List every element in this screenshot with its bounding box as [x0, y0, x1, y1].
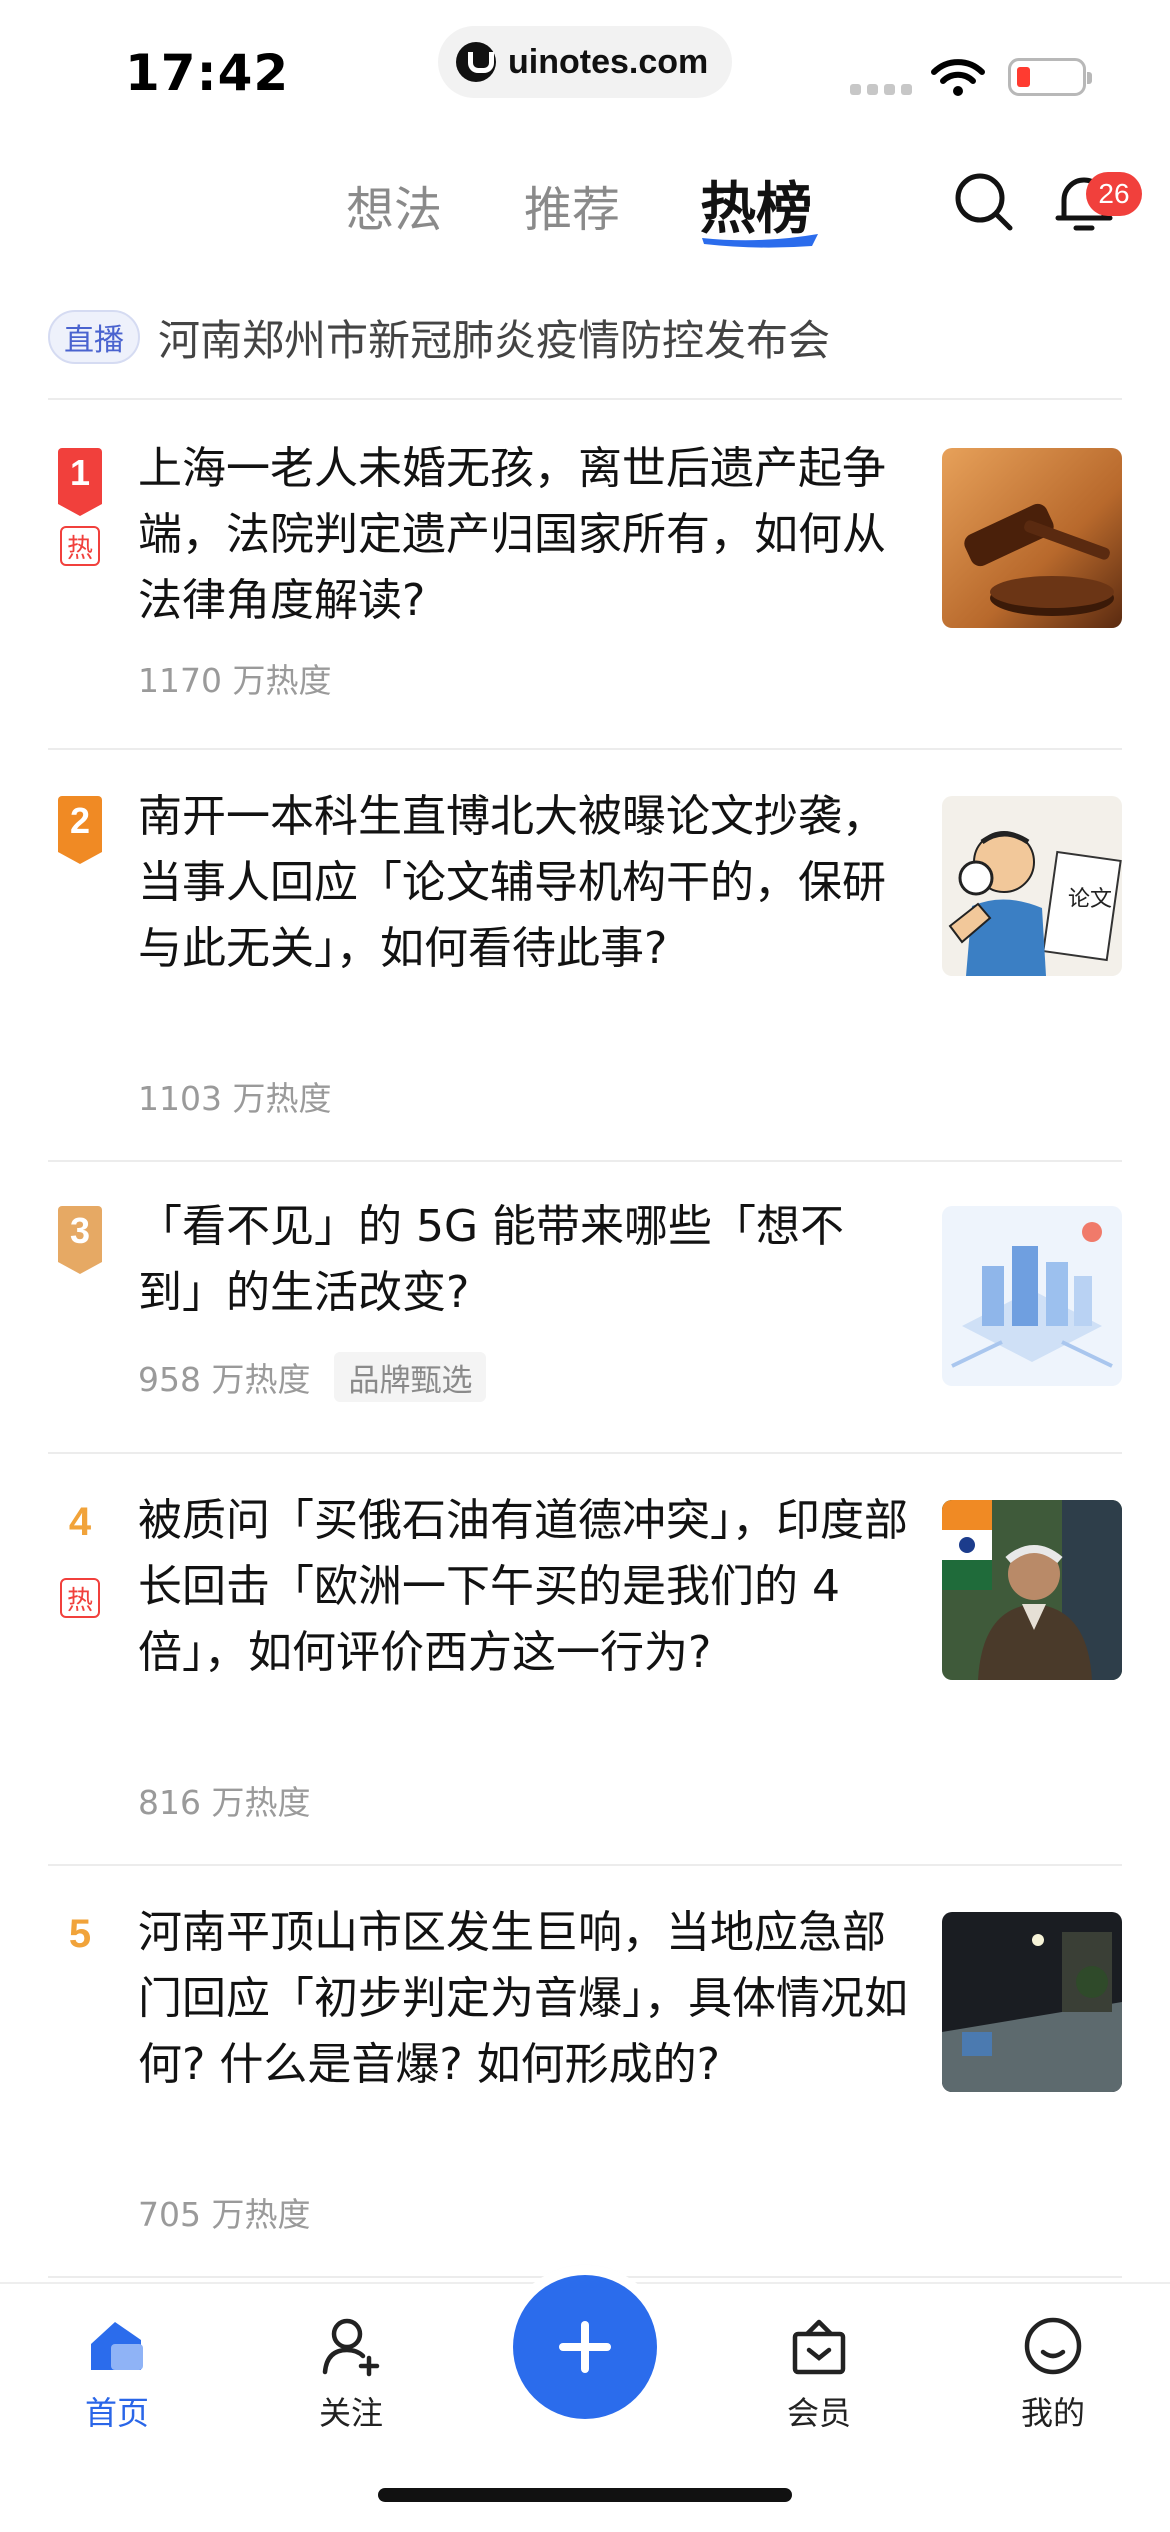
- rank-number: 5: [68, 1912, 92, 1956]
- hot-badge: 热: [60, 526, 100, 566]
- tab-me-label: 我的: [1020, 2394, 1085, 2432]
- heat-count: 816 万热度: [138, 1776, 310, 1824]
- heat-count: 1103 万热度: [138, 1072, 331, 1120]
- live-tag: 直播: [48, 310, 140, 364]
- divider: [48, 1864, 1122, 1866]
- hot-list-item[interactable]: 1 热 上海一老人未婚无孩，离世后遗产起争端，法院判定遗产归国家所有，如何从法律…: [48, 443, 1122, 748]
- hot-list-item[interactable]: 4 热 被质问「买俄石油有道德冲突」，印度部长回击「欧洲一下午买的是我们的 4 …: [48, 1495, 1122, 1860]
- tab-follow-label: 关注: [318, 2394, 383, 2432]
- site-logo-icon: [456, 42, 496, 82]
- active-tab-indicator: [702, 234, 818, 248]
- search-icon[interactable]: [952, 170, 1016, 234]
- rank-badge: 3: [58, 1206, 102, 1274]
- top-nav: 想法 推荐 热榜: [0, 150, 1170, 260]
- rank-number: 1: [58, 448, 102, 516]
- home-indicator: [378, 2488, 792, 2502]
- minister-photo: [942, 1500, 1122, 1680]
- rank-badge: 2: [58, 796, 102, 864]
- heat-count: 705 万热度: [138, 2188, 310, 2236]
- create-post-button[interactable]: [513, 2275, 657, 2419]
- tab-home[interactable]: 首页: [47, 2314, 187, 2434]
- heat-text: 1170 万热度: [138, 661, 332, 700]
- item-title: 上海一老人未婚无孩，离世后遗产起争端，法院判定遗产归国家所有，如何从法律角度解读…: [138, 443, 886, 626]
- heat-text: 705 万热度: [138, 2195, 311, 2234]
- vip-bag-icon: [792, 2319, 846, 2375]
- status-time: 17:42: [125, 44, 290, 102]
- item-title: 河南平顶山市区发生巨响，当地应急部门回应「初步判定为音爆」，具体情况如何? 什么…: [138, 1907, 908, 2090]
- follow-person-icon: [322, 2318, 380, 2377]
- hot-badge: 热: [60, 1578, 100, 1618]
- status-bar: 17:42 uinotes.com: [0, 0, 1170, 130]
- heat-text: 958 万热度: [138, 1360, 311, 1399]
- gavel-image: [942, 448, 1122, 628]
- hot-list-item[interactable]: 2 南开一本科生直博北大被曝论文抄袭，当事人回应「论文辅导机构干的，保研与此无关…: [48, 791, 1122, 1156]
- item-title: 南开一本科生直博北大被曝论文抄袭，当事人回应「论文辅导机构干的，保研与此无关」，…: [138, 791, 886, 974]
- 5g-city-illustration: [942, 1206, 1122, 1386]
- tab-recommend[interactable]: 推荐: [524, 170, 620, 240]
- rank-number: 3: [58, 1206, 102, 1274]
- tab-follow[interactable]: 关注: [281, 2314, 421, 2434]
- home-icon: [91, 2322, 143, 2370]
- url-text: uinotes.com: [508, 42, 709, 81]
- cartoon-plagiarism-image: 论文: [942, 796, 1122, 976]
- wifi-icon: [931, 59, 985, 96]
- brand-tag: 品牌甄选: [334, 1352, 487, 1402]
- divider: [48, 1452, 1122, 1454]
- item-title: 「看不见」的 5G 能带来哪些「想不到」的生活改变?: [138, 1201, 845, 1318]
- rank-badge: 5: [58, 1912, 102, 1976]
- rank-number: 2: [58, 796, 102, 864]
- heat-text: 1103 万热度: [138, 1079, 332, 1118]
- live-banner[interactable]: 直播 河南郑州市新冠肺炎疫情防控发布会: [48, 302, 1122, 372]
- plus-icon: [559, 2321, 611, 2373]
- tab-vip[interactable]: 会员: [749, 2314, 889, 2434]
- item-title: 被质问「买俄石油有道德冲突」，印度部长回击「欧洲一下午买的是我们的 4 倍」，如…: [138, 1495, 908, 1678]
- tab-home-label: 首页: [84, 2394, 149, 2432]
- svg-text:论文: 论文: [1068, 887, 1112, 912]
- tab-ideas[interactable]: 想法: [346, 170, 442, 240]
- heat-text: 816 万热度: [138, 1783, 311, 1822]
- signal-icon: [850, 84, 912, 95]
- hot-list-item[interactable]: 5 河南平顶山市区发生巨响，当地应急部门回应「初步判定为音爆」，具体情况如何? …: [48, 1907, 1122, 2272]
- divider: [48, 1160, 1122, 1162]
- url-pill[interactable]: uinotes.com: [438, 26, 732, 98]
- heat-count: 1170 万热度: [138, 654, 331, 702]
- divider: [48, 398, 1122, 400]
- hot-list-item[interactable]: 3 「看不见」的 5G 能带来哪些「想不到」的生活改变? 958 万热度 品牌甄…: [48, 1201, 1122, 1446]
- profile-face-icon: [1024, 2317, 1082, 2375]
- divider: [48, 748, 1122, 750]
- battery-icon: [1008, 58, 1092, 96]
- tab-vip-label: 会员: [786, 2394, 851, 2432]
- night-street-photo: [942, 1912, 1122, 2092]
- notification-badge: 26: [1086, 172, 1142, 216]
- live-title: 河南郑州市新冠肺炎疫情防控发布会: [158, 315, 831, 365]
- heat-count: 958 万热度 品牌甄选: [138, 1352, 487, 1402]
- rank-badge: 1: [58, 448, 102, 516]
- rank-badge: 4: [58, 1500, 102, 1564]
- tab-me[interactable]: 我的: [983, 2314, 1123, 2434]
- rank-number: 4: [68, 1500, 92, 1544]
